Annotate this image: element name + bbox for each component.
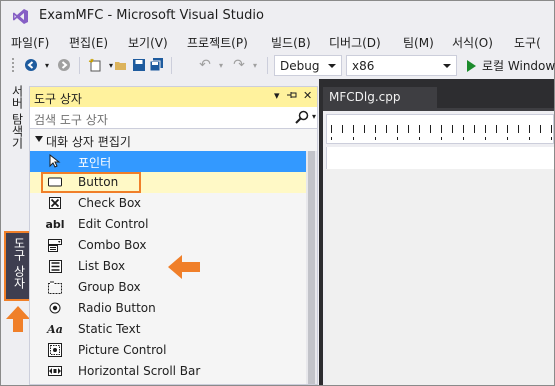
toolbox-item-group-box[interactable]: Group Box	[30, 277, 306, 298]
dialog-designer	[323, 111, 554, 385]
hscrollbar-icon	[48, 364, 62, 378]
back-icon[interactable]	[23, 57, 39, 73]
title-bar: ExamMFC - Microsoft Visual Studio	[1, 1, 554, 31]
radio-button-icon	[48, 301, 62, 315]
solution-configuration-select[interactable]: Debug	[274, 55, 342, 76]
toolbox-item-button[interactable]: Button	[30, 172, 306, 193]
close-icon[interactable]: ✕	[303, 89, 312, 102]
visual-studio-logo-icon	[13, 9, 28, 24]
toolbox-item-label: Radio Button	[78, 301, 156, 315]
forward-icon[interactable]	[56, 57, 72, 73]
solution-platform-value: x86	[352, 59, 375, 73]
dialog-title-bar	[326, 147, 554, 169]
menu-format[interactable]: 서식(O)	[452, 34, 493, 51]
menu-file[interactable]: 파일(F)	[11, 34, 49, 51]
standard-toolbar: ▾ ▾ ↶ ▾ ↷ ▾ Debug x86 로컬 Window	[1, 53, 555, 78]
save-all-icon[interactable]	[149, 57, 165, 73]
toolbox-item-label: Button	[78, 175, 119, 189]
undo-icon[interactable]: ↶	[197, 57, 213, 73]
save-icon[interactable]	[131, 57, 147, 73]
edit-control-icon: abl	[45, 217, 65, 231]
dialog-surface[interactable]	[326, 169, 554, 385]
redo-icon[interactable]: ↷	[231, 57, 247, 73]
menu-view[interactable]: 보기(V)	[128, 34, 168, 51]
open-folder-icon[interactable]	[113, 57, 129, 73]
undo-dropdown-icon[interactable]: ▾	[213, 57, 229, 73]
menu-build[interactable]: 빌드(B)	[271, 34, 311, 51]
static-text-icon: Aa	[47, 322, 63, 336]
toolbox-item-label: Picture Control	[78, 343, 167, 357]
window-position-icon[interactable]: ▾	[274, 89, 280, 102]
redo-dropdown-icon[interactable]: ▾	[247, 57, 263, 73]
toolbox-item-label: Horizontal Scroll Bar	[78, 364, 201, 378]
toolbox-item-pointer[interactable]: 포인터	[30, 151, 306, 172]
solution-configuration-value: Debug	[280, 59, 320, 73]
expand-triangle-icon	[35, 136, 43, 142]
toolbox-item-label: List Box	[78, 259, 126, 273]
server-explorer-tab[interactable]: 서버 탐색기	[9, 85, 26, 149]
toolbox-panel: 도구 상자 ▾ ✕ 검색 도구 상자 ▾ 대화 상자 편집기 포인터 Butto…	[29, 86, 318, 385]
menu-team[interactable]: 팀(M)	[403, 34, 434, 51]
search-icon[interactable]	[295, 110, 309, 124]
start-debugging-button[interactable]: 로컬 Window	[467, 57, 555, 74]
menu-bar: 파일(F) 편집(E) 보기(V) 프로젝트(P) 빌드(B) 디버그(D) 팀…	[1, 31, 554, 53]
arrow-up-icon	[6, 306, 30, 332]
pointer-icon	[48, 154, 62, 168]
play-icon	[467, 60, 476, 72]
toolbox-header: 도구 상자 ▾ ✕	[30, 87, 317, 107]
toolbox-item-picture-control[interactable]: Picture Control	[30, 340, 306, 361]
toolbox-item-combo-box[interactable]: Combo Box	[30, 235, 306, 256]
toolbox-item-label: Static Text	[78, 322, 141, 336]
menu-tools[interactable]: 도구(	[514, 34, 541, 51]
start-debugging-label: 로컬 Window	[482, 59, 555, 73]
app-window: ExamMFC - Microsoft Visual Studio 파일(F) …	[0, 0, 555, 386]
toolbox-scrollbar[interactable]	[306, 151, 317, 384]
toolbox-item-static-text[interactable]: Aa Static Text	[30, 319, 306, 340]
toolbar-separator	[267, 57, 268, 74]
back-dropdown-icon[interactable]: ▾	[39, 57, 55, 73]
toolbox-title: 도구 상자	[34, 92, 82, 106]
scrollbar-thumb[interactable]	[308, 151, 315, 384]
picture-control-icon	[48, 343, 62, 357]
arrow-left-icon	[168, 255, 200, 279]
toolbox-item-label: 포인터	[78, 156, 112, 170]
toolbar-separator	[171, 57, 172, 74]
toolbox-item-edit-control[interactable]: abl Edit Control	[30, 214, 306, 235]
button-icon	[48, 175, 62, 189]
document-tab-mfcdlg[interactable]: MFCDlg.cpp	[323, 87, 437, 108]
window-title: ExamMFC - Microsoft Visual Studio	[39, 8, 264, 23]
toolbox-item-label: Check Box	[78, 196, 142, 210]
solution-platform-select[interactable]: x86	[346, 55, 457, 76]
list-box-icon	[48, 259, 62, 273]
auto-hide-pin-icon[interactable]	[286, 89, 298, 104]
group-box-icon	[48, 280, 62, 294]
menu-edit[interactable]: 편집(E)	[69, 34, 108, 51]
ruler-ticks	[331, 125, 553, 133]
toolbox-tab-label: 도구 상자	[12, 237, 26, 289]
checkbox-icon	[48, 196, 62, 210]
ruler-minor-ticks	[331, 137, 553, 140]
toolbox-item-label: Edit Control	[78, 217, 149, 231]
toolbox-item-label: Combo Box	[78, 238, 147, 252]
toolbar-separator	[79, 57, 80, 74]
toolbox-search[interactable]: 검색 도구 상자 ▾	[30, 107, 317, 129]
search-options-dropdown-icon[interactable]: ▾	[312, 112, 316, 121]
ruler	[326, 114, 554, 144]
dialog-editor-group[interactable]: 대화 상자 편집기	[30, 130, 306, 151]
chevron-down-icon	[443, 64, 451, 68]
toolbar-grip[interactable]	[11, 57, 15, 74]
new-project-icon[interactable]	[87, 57, 103, 73]
toolbox-item-horizontal-scroll-bar[interactable]: Horizontal Scroll Bar	[30, 361, 306, 382]
chevron-down-icon	[328, 64, 336, 68]
toolbox-item-radio-button[interactable]: Radio Button	[30, 298, 306, 319]
toolbox-item-check-box[interactable]: Check Box	[30, 193, 306, 214]
toolbox-search-input[interactable]: 검색 도구 상자	[34, 111, 108, 128]
menu-project[interactable]: 프로젝트(P)	[187, 34, 248, 51]
combo-box-icon	[48, 238, 62, 252]
menu-debug[interactable]: 디버그(D)	[329, 34, 381, 51]
toolbox-item-label: Group Box	[78, 280, 141, 294]
dialog-editor-group-label: 대화 상자 편집기	[46, 135, 131, 149]
